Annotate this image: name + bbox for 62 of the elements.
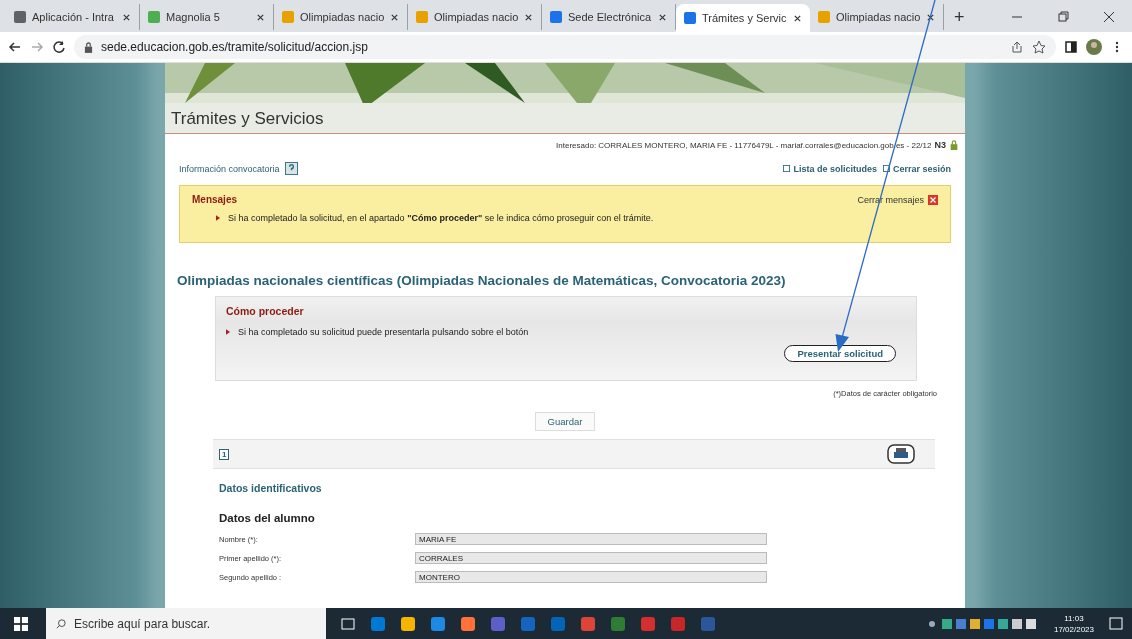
- browser-tab[interactable]: Magnolia 5: [140, 4, 274, 30]
- help-icon[interactable]: [284, 162, 298, 175]
- windows-icon[interactable]: [14, 617, 28, 631]
- input-field[interactable]: MONTERO: [415, 571, 767, 583]
- input-field[interactable]: MARIA FE: [415, 533, 767, 545]
- close-icon[interactable]: [122, 12, 131, 22]
- close-icon[interactable]: [390, 12, 399, 22]
- sidebar-icon[interactable]: [1064, 40, 1078, 54]
- close-icon[interactable]: [658, 12, 667, 22]
- back-icon[interactable]: [8, 40, 22, 54]
- close-icon[interactable]: [1103, 11, 1115, 23]
- app-icon[interactable]: [430, 616, 446, 632]
- browser-tab[interactable]: Olimpiadas nacio: [810, 4, 944, 30]
- restore-icon[interactable]: [1057, 11, 1069, 23]
- procedure-heading: Olimpiadas nacionales científicas (Olimpiadas Nacionales de Matemáticas, Convocatoria 2023): [177, 273, 787, 288]
- proceed-title: Cómo proceder: [226, 305, 305, 317]
- lock-icon: [949, 140, 959, 150]
- clock-time: 11:03: [1064, 613, 1084, 624]
- browser-tab[interactable]: Aplicación - Intra: [6, 4, 140, 30]
- browser-tab[interactable]: Olimpiadas nacio: [408, 4, 542, 30]
- close-icon[interactable]: [256, 12, 265, 22]
- reload-icon[interactable]: [52, 40, 66, 54]
- browser-tab[interactable]: Olimpiadas nacio: [274, 4, 408, 30]
- search-icon: [56, 619, 66, 629]
- message-text: Si ha completado la solicitud, en el apartado "Cómo proceder" se le indica cómo proseguir con el trámite.: [228, 213, 654, 223]
- app-icon[interactable]: [580, 616, 596, 632]
- share-icon[interactable]: [1010, 40, 1024, 54]
- page-number[interactable]: 1: [219, 448, 230, 460]
- input-field[interactable]: CORRALES: [415, 552, 767, 564]
- star-icon[interactable]: [1032, 40, 1046, 54]
- messages-title: Mensajes: [192, 194, 238, 205]
- new-tab-button[interactable]: +: [950, 7, 969, 28]
- bullet-icon: [216, 215, 220, 221]
- notification-icon[interactable]: [1108, 616, 1124, 632]
- task-view-icon[interactable]: [340, 616, 356, 632]
- submit-button[interactable]: Presentar solicitud: [784, 345, 896, 362]
- save-button[interactable]: Guardar: [534, 412, 596, 431]
- proceed-text: Si ha completado su solicitud puede presentarla pulsando sobre el botón: [238, 327, 529, 337]
- app-icon[interactable]: [460, 616, 476, 632]
- clock-date: 17/02/2023: [1053, 624, 1094, 635]
- section-title: Datos identificativos: [219, 482, 323, 494]
- app-icon[interactable]: [400, 616, 416, 632]
- bullet-icon: [882, 165, 890, 172]
- subsection-title: Datos del alumno: [219, 512, 316, 524]
- avatar-icon[interactable]: [1086, 39, 1102, 55]
- browser-tab[interactable]: Sede Electrónica: [542, 4, 676, 30]
- level-label: N3: [934, 140, 946, 150]
- page-title: Trámites y Servicios: [171, 109, 324, 129]
- lock-icon: [84, 41, 93, 53]
- bullet-icon: [783, 165, 791, 172]
- app-icon[interactable]: [370, 616, 386, 632]
- print-icon[interactable]: [887, 444, 915, 464]
- close-icon[interactable]: [926, 12, 935, 22]
- nav-link[interactable]: Cerrar sesión: [892, 163, 951, 174]
- bullet-icon: [226, 329, 230, 335]
- info-link[interactable]: Información convocatoria: [179, 163, 280, 174]
- nav-link[interactable]: Lista de solicitudes: [793, 163, 877, 174]
- search-field[interactable]: Escribe aquí para buscar.: [46, 608, 326, 639]
- address-bar[interactable]: sede.educacion.gob.es/tramite/solicitud/accion.jsp: [74, 35, 1056, 59]
- close-icon[interactable]: [793, 13, 802, 23]
- close-icon[interactable]: [524, 12, 533, 22]
- browser-tab[interactable]: Trámites y Servic: [676, 4, 810, 32]
